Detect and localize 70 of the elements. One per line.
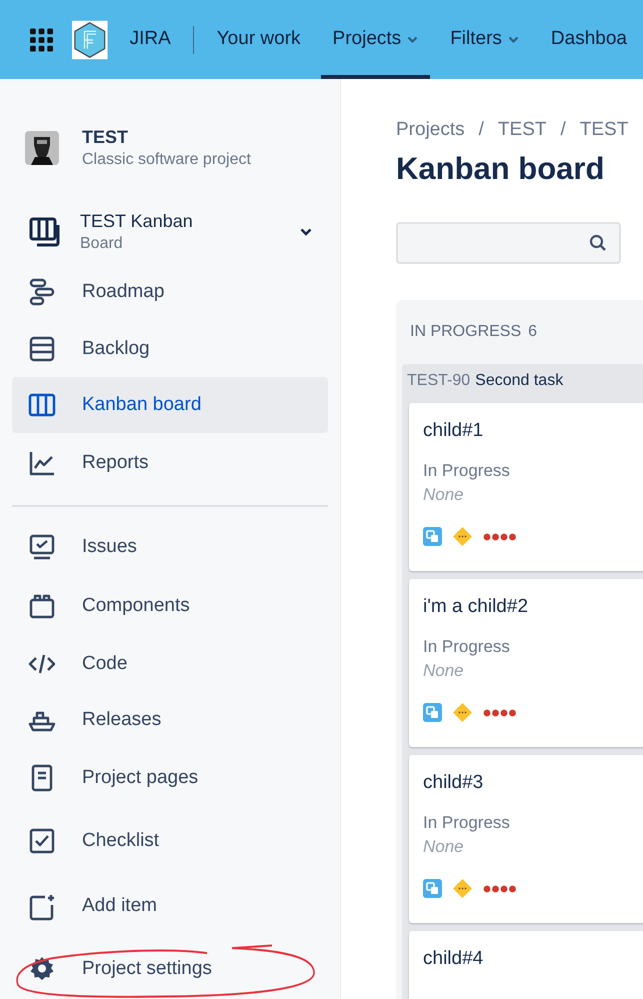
board-switcher[interactable]: TEST Kanban Board — [0, 201, 340, 264]
breadcrumb-separator: / — [560, 118, 566, 142]
priority-icon — [483, 884, 517, 892]
component-icon — [28, 592, 56, 620]
add-item-icon — [28, 892, 56, 920]
breadcrumb-link[interactable]: TEST — [580, 116, 628, 144]
search-field[interactable] — [396, 222, 621, 264]
sidebar-item[interactable]: Components — [12, 576, 328, 636]
chart-icon — [28, 449, 56, 478]
sidebar-item[interactable]: Code — [12, 636, 328, 692]
board-icon — [29, 217, 61, 248]
nav-tab[interactable]: Dashboa — [538, 0, 639, 79]
nav-tab[interactable]: Filters — [438, 0, 531, 79]
monitor-icon — [28, 534, 56, 562]
breadcrumb-link[interactable]: TEST — [498, 116, 546, 144]
sidebar-item[interactable]: Roadmap — [12, 263, 328, 320]
card-field-value: None — [423, 660, 465, 682]
sidebar-item[interactable]: Releases — [12, 692, 328, 748]
checkbox-icon — [28, 827, 56, 855]
card-title: child#4 — [423, 947, 484, 971]
search-icon — [589, 234, 607, 252]
issue-card[interactable]: child#3 In Progress None — [409, 755, 643, 923]
priority-icon — [483, 708, 517, 716]
sidebar-item[interactable]: Project settings — [12, 939, 328, 999]
priority-icon — [483, 532, 517, 540]
issue-card[interactable]: child#1 In Progress None — [409, 403, 643, 571]
settings-icon — [28, 955, 56, 983]
sidebar-item[interactable]: Issues — [12, 519, 328, 576]
breadcrumb-link[interactable]: Projects — [396, 116, 465, 144]
project-avatar — [25, 131, 59, 165]
app-grid-icon[interactable] — [30, 28, 54, 52]
estimate-icon — [452, 878, 473, 899]
issue-card[interactable]: i'm a child#2 In Progress None — [409, 579, 643, 747]
card-title: child#1 — [423, 419, 484, 443]
estimate-icon — [452, 702, 473, 723]
estimate-icon — [452, 526, 473, 547]
project-type: Classic software project — [82, 150, 251, 170]
board-name: TEST Kanban — [80, 210, 194, 234]
card-field-value: None — [423, 484, 465, 506]
backlog-icon — [28, 334, 56, 363]
sidebar-item[interactable]: Backlog — [12, 320, 328, 378]
card-title: child#3 — [423, 771, 484, 795]
sidebar-item[interactable]: Add item — [12, 874, 328, 939]
roadmap-icon — [28, 278, 56, 306]
subtask-icon — [423, 879, 442, 898]
issue-card[interactable]: child#4 — [409, 931, 643, 999]
card-field-value: None — [423, 836, 465, 858]
issue-key: TEST-90 — [407, 368, 470, 392]
product-name[interactable]: JIRA — [130, 25, 171, 54]
sidebar-item[interactable]: Reports — [12, 433, 328, 494]
card-status: In Progress — [423, 460, 511, 482]
subtask-icon — [423, 527, 442, 546]
card-status: In Progress — [423, 812, 511, 834]
column-name: IN PROGRESS — [410, 322, 522, 342]
board-type: Board — [80, 234, 124, 254]
issue-summary: Second task — [475, 370, 564, 390]
swimlane-header[interactable]: TEST-90 Second task — [402, 364, 643, 397]
nav-tab[interactable]: Your work — [204, 0, 313, 79]
sidebar-item[interactable]: Kanban board — [12, 377, 328, 434]
column-count: 6 — [528, 322, 538, 342]
sidebar-item[interactable]: Project pages — [12, 748, 328, 808]
chevron-down-icon — [300, 228, 312, 236]
breadcrumb-separator: / — [478, 118, 484, 142]
sidebar-item[interactable]: Checklist — [12, 808, 328, 874]
card-status: In Progress — [423, 636, 511, 658]
page-title: Kanban board — [396, 150, 606, 188]
subtask-icon — [423, 703, 442, 722]
logo-icon[interactable] — [72, 20, 108, 60]
project-name: TEST — [82, 126, 130, 149]
card-title: i'm a child#2 — [423, 595, 530, 619]
